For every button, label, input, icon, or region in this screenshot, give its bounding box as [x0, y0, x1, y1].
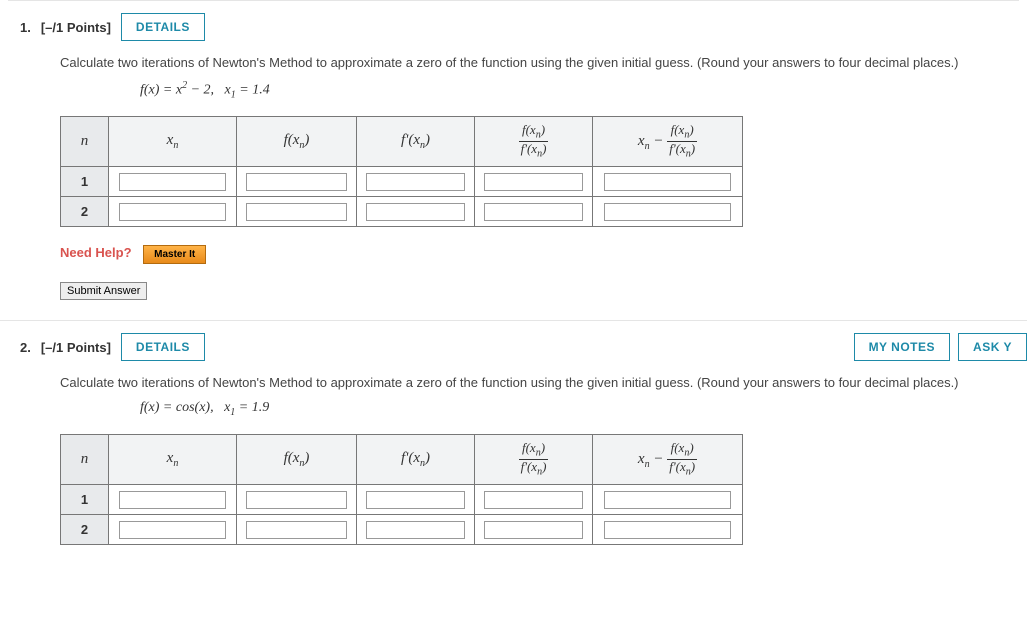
row-index: 1 — [61, 485, 109, 515]
question-prompt: Calculate two iterations of Newton's Met… — [60, 55, 1027, 70]
col-xn: xn — [109, 117, 237, 167]
input-ratio[interactable] — [484, 203, 583, 221]
input-fxn[interactable] — [246, 491, 347, 509]
my-notes-button[interactable]: MY NOTES — [854, 333, 950, 361]
table-row: 1 — [61, 167, 743, 197]
input-fxn[interactable] — [246, 203, 347, 221]
col-update: xn − f(xn)f'(xn) — [593, 435, 743, 485]
input-xn[interactable] — [119, 491, 227, 509]
function-definition: f(x) = x2 − 2, x1 = 1.4 — [140, 80, 1027, 100]
input-update[interactable] — [604, 521, 731, 539]
points-label: [–/1 Points] — [41, 20, 111, 35]
col-update: xn − f(xn)f'(xn) — [593, 117, 743, 167]
row-index: 2 — [61, 197, 109, 227]
table-row: 2 — [61, 197, 743, 227]
input-fpxn[interactable] — [366, 173, 465, 191]
input-ratio[interactable] — [484, 491, 583, 509]
question-number: 1. — [20, 20, 31, 35]
input-ratio[interactable] — [484, 173, 583, 191]
function-definition: f(x) = cos(x), x1 = 1.9 — [140, 400, 1027, 418]
master-it-button[interactable]: Master It — [143, 245, 206, 264]
question-1: 1. [–/1 Points] DETAILS Calculate two it… — [0, 1, 1027, 321]
question-number: 2. — [20, 340, 31, 355]
question-2: 2. [–/1 Points] DETAILS MY NOTES ASK Y C… — [0, 321, 1027, 545]
input-fpxn[interactable] — [366, 203, 465, 221]
question-prompt: Calculate two iterations of Newton's Met… — [60, 375, 1027, 390]
input-fxn[interactable] — [246, 521, 347, 539]
ask-teacher-button[interactable]: ASK Y — [958, 333, 1027, 361]
input-fpxn[interactable] — [366, 521, 465, 539]
col-n: n — [61, 435, 109, 485]
input-fxn[interactable] — [246, 173, 347, 191]
col-fpxn: f'(xn) — [357, 117, 475, 167]
submit-answer-button[interactable]: Submit Answer — [60, 282, 147, 300]
input-xn[interactable] — [119, 173, 227, 191]
row-index: 1 — [61, 167, 109, 197]
col-fxn: f(xn) — [237, 435, 357, 485]
details-button[interactable]: DETAILS — [121, 333, 205, 361]
details-button[interactable]: DETAILS — [121, 13, 205, 41]
need-help-row: Need Help? Master It — [60, 245, 1027, 264]
newton-table: n xn f(xn) f'(xn) f(xn)f'(xn) xn − f(xn)… — [60, 434, 743, 545]
input-xn[interactable] — [119, 521, 227, 539]
row-index: 2 — [61, 515, 109, 545]
col-n: n — [61, 117, 109, 167]
input-update[interactable] — [604, 173, 731, 191]
need-help-label: Need Help? — [60, 245, 132, 260]
col-fpxn: f'(xn) — [357, 435, 475, 485]
points-label: [–/1 Points] — [41, 340, 111, 355]
input-update[interactable] — [604, 491, 731, 509]
table-row: 1 — [61, 485, 743, 515]
input-xn[interactable] — [119, 203, 227, 221]
col-fxn: f(xn) — [237, 117, 357, 167]
input-fpxn[interactable] — [366, 491, 465, 509]
newton-table: n xn f(xn) f'(xn) f(xn)f'(xn) xn − f(xn)… — [60, 116, 743, 227]
col-ratio: f(xn)f'(xn) — [475, 435, 593, 485]
input-update[interactable] — [604, 203, 731, 221]
col-ratio: f(xn)f'(xn) — [475, 117, 593, 167]
col-xn: xn — [109, 435, 237, 485]
input-ratio[interactable] — [484, 521, 583, 539]
table-row: 2 — [61, 515, 743, 545]
